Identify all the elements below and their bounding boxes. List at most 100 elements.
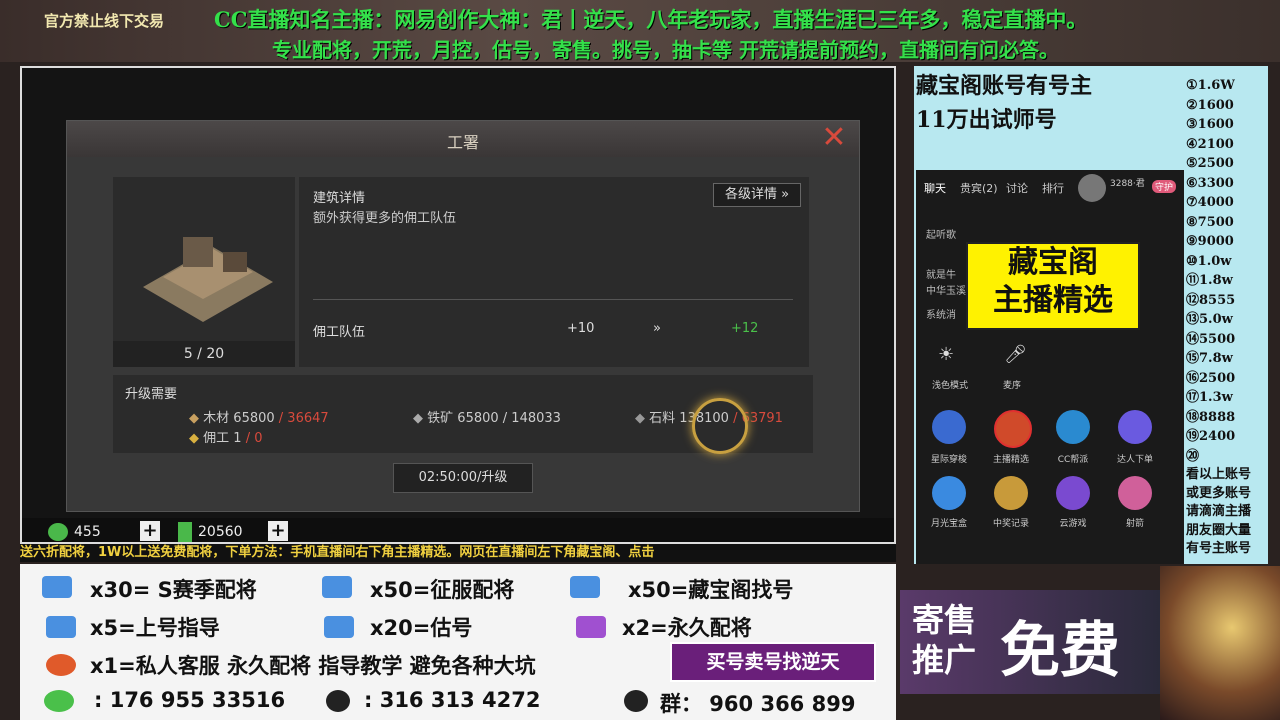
prize-record-icon[interactable] bbox=[994, 476, 1028, 510]
dialog-title: 工署 bbox=[446, 133, 479, 152]
rocket-icon bbox=[46, 654, 76, 676]
side-note: 看以上账号 或更多账号 请滴滴主播 朋友圈大量 有号主账号 bbox=[1186, 466, 1251, 559]
stat-name: 佣工队伍 bbox=[313, 325, 366, 340]
side-heading-1: 藏宝阁账号有号主 bbox=[916, 73, 1093, 99]
sun-icon[interactable]: ☀ bbox=[938, 344, 954, 365]
tab-vip[interactable]: 贵宾(2) bbox=[960, 180, 998, 196]
building-level: 5 / 20 bbox=[113, 341, 295, 367]
app-label: 主播精选 bbox=[992, 455, 1029, 465]
list-item: ③1600 bbox=[1186, 117, 1234, 132]
add-copper-button[interactable]: + bbox=[268, 521, 288, 541]
light-mode-label: 浅色模式 bbox=[931, 381, 968, 391]
app-label: 射箭 bbox=[1125, 519, 1144, 529]
archery-icon[interactable] bbox=[1118, 476, 1152, 510]
list-item: ⑨9000 bbox=[1186, 234, 1234, 249]
chat-line: 就是牛 bbox=[926, 270, 956, 281]
treasure-pavilion-label: 藏宝阁 主播精选 bbox=[966, 242, 1140, 330]
guild-icon[interactable] bbox=[1056, 410, 1090, 444]
yellow-line: 主播精选 bbox=[993, 283, 1113, 318]
banner-line-1: CC直播知名主播：网易创作大神：君丨逆天，八年老玩家，直播生涯已三年多，稳定直播… bbox=[214, 7, 1088, 32]
ticket-icon bbox=[322, 576, 352, 598]
detail-panel: 建筑详情 各级详情 » 额外获得更多的佣工队伍 佣工队伍 +10 » +12 bbox=[299, 177, 809, 367]
copper-icon bbox=[178, 522, 192, 542]
note-line: 有号主账号 bbox=[1186, 541, 1252, 556]
level-details-button[interactable]: 各级详情 » bbox=[713, 183, 801, 207]
note-line: 朋友圈大量 bbox=[1186, 522, 1252, 538]
worker-have: 1 bbox=[233, 431, 242, 446]
list-item: ⑱8888 bbox=[1186, 409, 1236, 425]
iron-icon: ◆ bbox=[413, 411, 428, 426]
space-icon[interactable] bbox=[932, 410, 966, 444]
stone-icon: ◆ bbox=[635, 411, 650, 426]
moonlight-box-icon[interactable] bbox=[932, 476, 966, 510]
iron-label: 铁矿 bbox=[427, 411, 454, 426]
upgrade-button[interactable]: 02:50:00/升级 bbox=[393, 463, 533, 493]
requirements-title: 升级需要 bbox=[125, 387, 178, 402]
ad-text-consign: 寄售 bbox=[912, 601, 977, 639]
wood-icon: ◆ bbox=[189, 411, 204, 426]
promo-item: x5=上号指导 bbox=[90, 616, 220, 640]
list-item: ⑦4000 bbox=[1186, 195, 1234, 210]
list-item: ⑭5500 bbox=[1186, 331, 1236, 347]
ticket-icon bbox=[42, 576, 72, 598]
close-icon[interactable]: ✕ bbox=[819, 123, 849, 153]
tab-discuss[interactable]: 讨论 bbox=[1006, 180, 1028, 196]
promo-panel: x30= S赛季配将 x50=征服配将 x50=藏宝阁找号 x5=上号指导 x2… bbox=[20, 564, 896, 720]
promo-item: x50=藏宝阁找号 bbox=[628, 578, 794, 602]
jade-count: 455 bbox=[74, 524, 101, 540]
game-screen: 工署 ✕ 5 / 20 建筑详情 各级详情 » 额外获得更多的佣工队伍 佣工队伍… bbox=[20, 66, 896, 544]
order-icon[interactable] bbox=[1118, 410, 1152, 444]
consignment-ad: 寄售 推广 免费 bbox=[900, 590, 1160, 694]
worker-need: / 0 bbox=[241, 431, 263, 446]
worker-requirement: ◆ 佣工 1 / 0 bbox=[189, 427, 263, 446]
resource-bar: 455 + 20560 + bbox=[22, 518, 894, 542]
add-jade-button[interactable]: + bbox=[140, 521, 160, 541]
mic-icon[interactable]: 🎤︎ bbox=[1004, 344, 1027, 365]
stone-label: 石料 bbox=[649, 411, 676, 426]
list-item: ⑬5.0w bbox=[1186, 312, 1233, 327]
app-label: CC帮派 bbox=[1057, 455, 1089, 465]
note-line: 或更多账号 bbox=[1186, 485, 1252, 501]
chat-line: 系统消 bbox=[926, 310, 956, 321]
tab-rank[interactable]: 排行 bbox=[1042, 180, 1064, 196]
ad-text-free: 免费 bbox=[1000, 616, 1120, 686]
wechat-number: : 176 955 33516 bbox=[94, 688, 286, 712]
notice-text: 官方禁止线下交易 bbox=[44, 12, 165, 30]
qq-icon bbox=[326, 690, 350, 712]
app-label: 星际穿梭 bbox=[930, 455, 967, 465]
qq-group-number: 群： 960 366 899 bbox=[660, 692, 856, 716]
list-item: ⑥3300 bbox=[1186, 175, 1234, 191]
app-label: 中奖记录 bbox=[992, 519, 1029, 529]
mascot-character bbox=[1160, 566, 1280, 720]
yellow-line: 藏宝阁 bbox=[1008, 245, 1098, 280]
cloud-game-icon[interactable] bbox=[1056, 476, 1090, 510]
list-item: ④2100 bbox=[1186, 136, 1234, 152]
anchor-pick-icon[interactable] bbox=[994, 410, 1032, 448]
arrow-icon: » bbox=[653, 321, 661, 336]
promo-item: x50=征服配将 bbox=[370, 578, 515, 602]
stat-next: +12 bbox=[731, 321, 759, 336]
building-dialog: 工署 ✕ 5 / 20 建筑详情 各级详情 » 额外获得更多的佣工队伍 佣工队伍… bbox=[66, 120, 860, 512]
iron-need: / 148033 bbox=[498, 411, 561, 426]
side-panel: 藏宝阁账号有号主 11万出试师号 ①1.6W ②1600 ③1600 ④2100… bbox=[914, 66, 1268, 564]
promo-item: x30= S赛季配将 bbox=[90, 578, 257, 602]
list-item: ⑮7.8w bbox=[1186, 351, 1233, 366]
ticket-icon bbox=[570, 576, 600, 598]
jade-icon bbox=[48, 523, 68, 541]
divider bbox=[313, 299, 793, 300]
tab-chat[interactable]: 聊天 bbox=[924, 180, 946, 196]
wood-need: / 36647 bbox=[274, 411, 329, 426]
cursor-highlight-icon bbox=[692, 398, 748, 454]
feather-icon bbox=[576, 616, 606, 638]
promo-item: x2=永久配将 bbox=[622, 616, 752, 640]
avatar bbox=[1078, 174, 1106, 202]
guard-button[interactable]: 守护 bbox=[1152, 180, 1177, 193]
detail-label: 建筑详情 bbox=[313, 191, 366, 206]
app-label: 云游戏 bbox=[1059, 519, 1087, 529]
copper-count: 20560 bbox=[198, 524, 243, 540]
phone-screenshot: 聊天 贵宾(2) 讨论 排行 3288·君 守护 起听歌 就是牛 中华玉溪 系统… bbox=[916, 170, 1184, 564]
building-image: 5 / 20 bbox=[113, 177, 295, 367]
iron-have: 65800 bbox=[457, 411, 499, 426]
stat-current: +10 bbox=[567, 321, 595, 336]
worker-label: 佣工 bbox=[203, 431, 230, 446]
